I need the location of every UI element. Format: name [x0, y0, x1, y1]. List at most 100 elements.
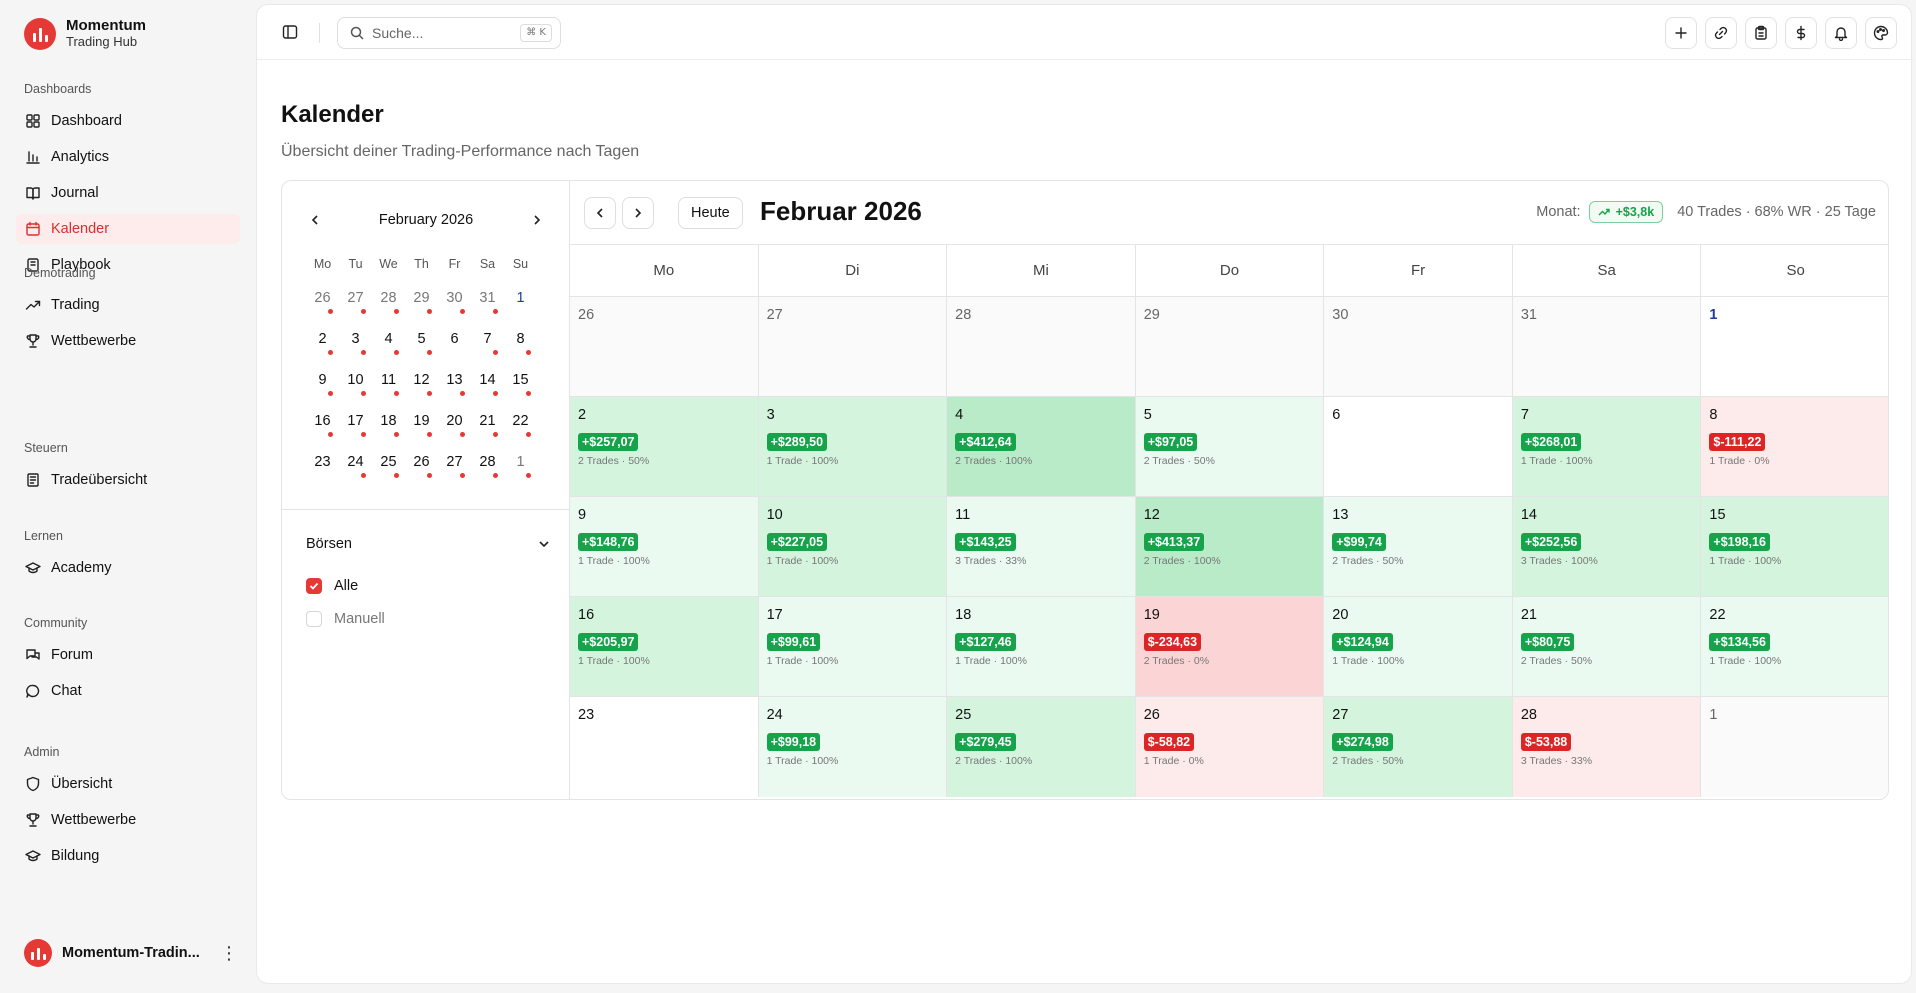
calendar-day-cell[interactable]: 22 +$134,56 1 Trade · 100% [1701, 597, 1888, 696]
mini-calendar-day[interactable]: 3 [339, 326, 372, 367]
calendar-day-cell[interactable]: 10 +$227,05 1 Trade · 100% [758, 497, 948, 596]
calendar-day-cell[interactable]: 26 [570, 297, 759, 396]
mini-calendar-day[interactable]: 24 [339, 449, 372, 490]
exchange-filter-manuell[interactable]: Manuell [306, 608, 385, 630]
mini-calendar-day[interactable]: 21 [471, 408, 504, 449]
mini-calendar-day[interactable]: 23 [306, 449, 339, 490]
palette-button[interactable] [1865, 17, 1897, 49]
mini-calendar-day[interactable]: 16 [306, 408, 339, 449]
calendar-day-cell[interactable]: 27 [758, 297, 948, 396]
calendar-day-cell[interactable]: 17 +$99,61 1 Trade · 100% [758, 597, 948, 696]
mini-calendar-day[interactable]: 9 [306, 367, 339, 408]
mini-calendar-day[interactable]: 19 [405, 408, 438, 449]
calendar-day-cell[interactable]: 7 +$268,01 1 Trade · 100% [1512, 397, 1702, 496]
mini-calendar-day[interactable]: 13 [438, 367, 471, 408]
bell-button[interactable] [1825, 17, 1857, 49]
mini-calendar-day[interactable]: 1 [504, 449, 537, 490]
calendar-day-cell[interactable]: 19 $-234,63 2 Trades · 0% [1135, 597, 1325, 696]
calendar-day-cell[interactable]: 25 +$279,45 2 Trades · 100% [947, 697, 1136, 797]
calendar-day-cell[interactable]: 4 +$412,64 2 Trades · 100% [947, 397, 1136, 496]
mini-calendar-day[interactable]: 8 [504, 326, 537, 367]
prev-month-button[interactable] [584, 197, 616, 229]
mini-calendar-day[interactable]: 27 [438, 449, 471, 490]
calendar-day-cell[interactable]: 16 +$205,97 1 Trade · 100% [570, 597, 759, 696]
mini-next-month-button[interactable] [526, 209, 548, 231]
mini-calendar-day[interactable]: 27 [339, 285, 372, 326]
calendar-day-cell[interactable]: 31 [1512, 297, 1702, 396]
plus-button[interactable] [1665, 17, 1697, 49]
checkbox[interactable] [306, 611, 322, 627]
calendar-day-cell[interactable]: 11 +$143,25 3 Trades · 33% [947, 497, 1136, 596]
sidebar-item-wettbewerbe[interactable]: Wettbewerbe [16, 805, 240, 835]
mini-prev-month-button[interactable] [304, 209, 326, 231]
mini-calendar-day[interactable]: 10 [339, 367, 372, 408]
calendar-day-cell[interactable]: 26 $-58,82 1 Trade · 0% [1135, 697, 1325, 797]
sidebar-item-bildung[interactable]: Bildung [16, 841, 240, 871]
sidebar-item-journal[interactable]: Journal [16, 178, 240, 208]
link-button[interactable] [1705, 17, 1737, 49]
calendar-day-cell[interactable]: 28 $-53,88 3 Trades · 33% [1512, 697, 1702, 797]
mini-calendar-day[interactable]: 31 [471, 285, 504, 326]
calendar-day-cell[interactable]: 6 [1324, 397, 1513, 496]
calendar-day-cell[interactable]: 1 [1701, 297, 1888, 396]
mini-calendar-day[interactable]: 25 [372, 449, 405, 490]
mini-calendar-day[interactable]: 26 [405, 449, 438, 490]
mini-calendar-day[interactable]: 12 [405, 367, 438, 408]
calendar-day-cell[interactable]: 27 +$274,98 2 Trades · 50% [1324, 697, 1513, 797]
mini-calendar-day[interactable]: 14 [471, 367, 504, 408]
calendar-day-cell[interactable]: 18 +$127,46 1 Trade · 100% [947, 597, 1136, 696]
mini-calendar-day[interactable]: 29 [405, 285, 438, 326]
mini-calendar-day[interactable]: 17 [339, 408, 372, 449]
calendar-day-cell[interactable]: 21 +$80,75 2 Trades · 50% [1512, 597, 1702, 696]
calendar-day-cell[interactable]: 20 +$124,94 1 Trade · 100% [1324, 597, 1513, 696]
calendar-day-cell[interactable]: 13 +$99,74 2 Trades · 50% [1324, 497, 1513, 596]
sidebar-item-analytics[interactable]: Analytics [16, 142, 240, 172]
calendar-day-cell[interactable]: 9 +$148,76 1 Trade · 100% [570, 497, 759, 596]
mini-calendar-day[interactable]: 2 [306, 326, 339, 367]
today-button[interactable]: Heute [678, 197, 743, 229]
sidebar-item-dashboard[interactable]: Dashboard [16, 106, 240, 136]
more-vertical-icon[interactable]: ⋮ [220, 943, 238, 964]
calendar-day-cell[interactable]: 12 +$413,37 2 Trades · 100% [1135, 497, 1325, 596]
clipboard-button[interactable] [1745, 17, 1777, 49]
sidebar-item-academy[interactable]: Academy [16, 553, 240, 583]
mini-calendar-day[interactable]: 7 [471, 326, 504, 367]
calendar-day-cell[interactable]: 24 +$99,18 1 Trade · 100% [758, 697, 948, 797]
mini-calendar-day[interactable]: 26 [306, 285, 339, 326]
mini-calendar-day[interactable]: 5 [405, 326, 438, 367]
next-month-button[interactable] [622, 197, 654, 229]
sidebar-item-wettbewerbe[interactable]: Wettbewerbe [16, 326, 240, 356]
mini-calendar-day[interactable]: 30 [438, 285, 471, 326]
brand[interactable]: Momentum Trading Hub [24, 18, 146, 50]
dollar-button[interactable] [1785, 17, 1817, 49]
mini-calendar-day[interactable]: 1 [504, 285, 537, 326]
mini-calendar-day[interactable]: 11 [372, 367, 405, 408]
mini-calendar-day[interactable]: 15 [504, 367, 537, 408]
sidebar-item-trading[interactable]: Trading [16, 290, 240, 320]
mini-calendar-day[interactable]: 4 [372, 326, 405, 367]
sidebar-item-chat[interactable]: Chat [16, 676, 240, 706]
sidebar-item-kalender[interactable]: Kalender [16, 214, 240, 244]
calendar-day-cell[interactable]: 29 [1135, 297, 1325, 396]
calendar-day-cell[interactable]: 28 [947, 297, 1136, 396]
search-box[interactable]: ⌘ K [337, 17, 561, 49]
checkbox[interactable] [306, 578, 322, 594]
calendar-day-cell[interactable]: 14 +$252,56 3 Trades · 100% [1512, 497, 1702, 596]
exchanges-filter-header[interactable]: Börsen [306, 533, 550, 555]
exchange-filter-alle[interactable]: Alle [306, 575, 358, 597]
mini-calendar-day[interactable]: 20 [438, 408, 471, 449]
calendar-day-cell[interactable]: 8 $-111,22 1 Trade · 0% [1701, 397, 1888, 496]
search-input[interactable] [372, 25, 522, 41]
user-menu[interactable]: Momentum-Tradin... ⋮ [24, 938, 238, 968]
calendar-day-cell[interactable]: 5 +$97,05 2 Trades · 50% [1135, 397, 1325, 496]
mini-calendar-day[interactable]: 18 [372, 408, 405, 449]
mini-calendar-day[interactable]: 28 [471, 449, 504, 490]
mini-calendar-day[interactable]: 6 [438, 326, 471, 367]
calendar-day-cell[interactable]: 23 [570, 697, 759, 797]
calendar-day-cell[interactable]: 2 +$257,07 2 Trades · 50% [570, 397, 759, 496]
mini-calendar-day[interactable]: 22 [504, 408, 537, 449]
calendar-day-cell[interactable]: 1 [1701, 697, 1888, 797]
sidebar-item-tradeübersicht[interactable]: Tradeübersicht [16, 465, 240, 495]
sidebar-item-forum[interactable]: Forum [16, 640, 240, 670]
sidebar-toggle-icon[interactable] [279, 21, 301, 43]
